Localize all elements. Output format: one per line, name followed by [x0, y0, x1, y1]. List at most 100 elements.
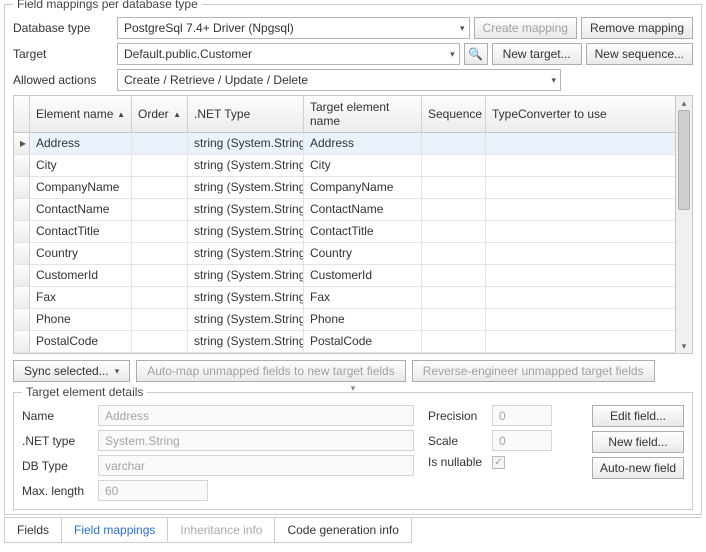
cell-typeconverter: [486, 287, 675, 308]
row-handle[interactable]: [14, 287, 30, 308]
cell-typeconverter: [486, 265, 675, 286]
cell-net-type: string (System.String): [188, 177, 304, 198]
cell-sequence: [422, 287, 486, 308]
reverse-engineer-button[interactable]: Reverse-engineer unmapped target fields: [412, 360, 655, 382]
cell-sequence: [422, 243, 486, 264]
col-target-element[interactable]: Target element name: [304, 96, 422, 132]
table-row[interactable]: ▸Addressstring (System.String)Address: [14, 133, 675, 155]
row-handle[interactable]: [14, 243, 30, 264]
col-element-name[interactable]: Element name ▲: [30, 96, 132, 132]
table-row[interactable]: CustomerIdstring (System.String)Customer…: [14, 265, 675, 287]
cell-target-element: CompanyName: [304, 177, 422, 198]
table-row[interactable]: CompanyNamestring (System.String)Company…: [14, 177, 675, 199]
cell-net-type: string (System.String): [188, 221, 304, 242]
table-row[interactable]: Countrystring (System.String)Country: [14, 243, 675, 265]
cell-target-element: Country: [304, 243, 422, 264]
table-row[interactable]: PostalCodestring (System.String)PostalCo…: [14, 331, 675, 353]
allowed-actions-value: Create / Retrieve / Update / Delete: [124, 73, 308, 87]
tab-code-generation-info[interactable]: Code generation info: [274, 518, 411, 543]
name-label: Name: [22, 409, 94, 423]
search-icon: 🔍: [468, 47, 483, 61]
cell-typeconverter: [486, 243, 675, 264]
cell-element-name: Fax: [30, 287, 132, 308]
new-target-button[interactable]: New target...: [492, 43, 582, 65]
field-mappings-group: Field mappings per database type Databas…: [4, 4, 702, 515]
cell-element-name: City: [30, 155, 132, 176]
database-type-combo[interactable]: PostgreSql 7.4+ Driver (Npgsql) ▾: [117, 17, 470, 39]
tab-field-mappings[interactable]: Field mappings: [61, 518, 168, 543]
cell-element-name: CustomerId: [30, 265, 132, 286]
target-element-details-group: Target element details Name Address .NET…: [13, 392, 693, 510]
precision-label: Precision: [428, 409, 488, 423]
cell-typeconverter: [486, 133, 675, 154]
grid-scrollbar[interactable]: ▴ ▾: [676, 95, 693, 354]
grid-body: ▸Addressstring (System.String)AddressCit…: [14, 133, 675, 353]
sort-asc-icon: ▲: [117, 110, 125, 119]
allowed-actions-combo[interactable]: Create / Retrieve / Update / Delete ▾: [117, 69, 561, 91]
mappings-grid[interactable]: Element name ▲ Order ▲ .NET Type Target …: [13, 95, 676, 354]
table-row[interactable]: Faxstring (System.String)Fax: [14, 287, 675, 309]
cell-order: [132, 133, 188, 154]
nullable-checkbox: ✓: [492, 456, 505, 469]
auto-map-button[interactable]: Auto-map unmapped fields to new target f…: [136, 360, 405, 382]
scale-field: 0: [492, 430, 552, 451]
new-field-button[interactable]: New field...: [592, 431, 684, 453]
tab-inheritance-info[interactable]: Inheritance info: [167, 518, 275, 543]
table-row[interactable]: Citystring (System.String)City: [14, 155, 675, 177]
cell-element-name: ContactName: [30, 199, 132, 220]
scroll-thumb[interactable]: [678, 110, 690, 210]
scroll-up-icon[interactable]: ▴: [676, 96, 692, 110]
cell-net-type: string (System.String): [188, 287, 304, 308]
cell-order: [132, 177, 188, 198]
scroll-down-icon[interactable]: ▾: [676, 339, 692, 353]
target-search-button[interactable]: 🔍: [464, 43, 488, 65]
database-type-label: Database type: [13, 21, 113, 35]
cell-target-element: Address: [304, 133, 422, 154]
new-sequence-button[interactable]: New sequence...: [586, 43, 693, 65]
group-title: Field mappings per database type: [13, 0, 202, 11]
bottom-tabs: Fields Field mappings Inheritance info C…: [4, 517, 702, 543]
row-handle[interactable]: [14, 199, 30, 220]
tab-fields[interactable]: Fields: [4, 518, 62, 543]
cell-net-type: string (System.String): [188, 265, 304, 286]
cell-target-element: ContactName: [304, 199, 422, 220]
table-row[interactable]: ContactNamestring (System.String)Contact…: [14, 199, 675, 221]
col-sequence[interactable]: Sequence: [422, 96, 486, 132]
row-handle[interactable]: [14, 309, 30, 330]
table-row[interactable]: Phonestring (System.String)Phone: [14, 309, 675, 331]
details-title: Target element details: [22, 385, 147, 399]
cell-order: [132, 331, 188, 352]
maxlen-label: Max. length: [22, 484, 94, 498]
target-label: Target: [13, 47, 113, 61]
row-handle[interactable]: ▸: [14, 133, 30, 154]
dbtype-field: varchar: [98, 455, 414, 476]
cell-typeconverter: [486, 199, 675, 220]
scale-label: Scale: [428, 434, 488, 448]
create-mapping-button[interactable]: Create mapping: [474, 17, 577, 39]
col-net-type[interactable]: .NET Type: [188, 96, 304, 132]
name-field: Address: [98, 405, 414, 426]
cell-target-element: CustomerId: [304, 265, 422, 286]
cell-element-name: Phone: [30, 309, 132, 330]
col-order[interactable]: Order ▲: [132, 96, 188, 132]
row-handle[interactable]: [14, 155, 30, 176]
edit-field-button[interactable]: Edit field...: [592, 405, 684, 427]
auto-new-field-button[interactable]: Auto-new field: [592, 457, 684, 479]
row-handle[interactable]: [14, 331, 30, 352]
cell-element-name: Country: [30, 243, 132, 264]
cell-order: [132, 309, 188, 330]
row-handle[interactable]: [14, 265, 30, 286]
table-row[interactable]: ContactTitlestring (System.String)Contac…: [14, 221, 675, 243]
cell-net-type: string (System.String): [188, 199, 304, 220]
sync-selected-button[interactable]: Sync selected... ▾: [13, 360, 130, 382]
sort-asc-icon: ▲: [173, 110, 181, 119]
remove-mapping-button[interactable]: Remove mapping: [581, 17, 693, 39]
target-combo[interactable]: Default.public.Customer ▾: [117, 43, 460, 65]
row-handle[interactable]: [14, 177, 30, 198]
cell-typeconverter: [486, 177, 675, 198]
allowed-actions-label: Allowed actions: [13, 73, 113, 87]
cell-order: [132, 265, 188, 286]
cell-element-name: Address: [30, 133, 132, 154]
col-typeconverter[interactable]: TypeConverter to use: [486, 96, 675, 132]
row-handle[interactable]: [14, 221, 30, 242]
